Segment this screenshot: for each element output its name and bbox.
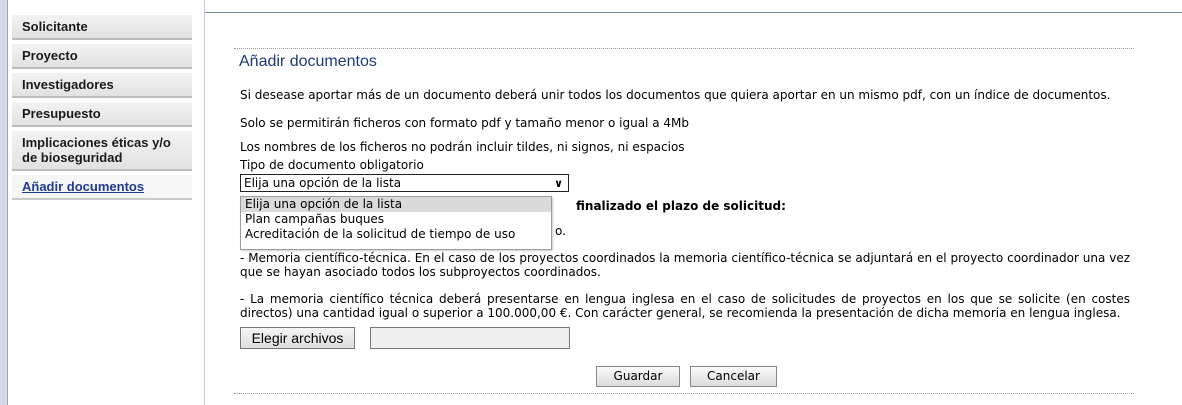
cancel-button[interactable]: Cancelar [690,366,777,387]
sidebar-item-implicaciones[interactable]: Implicaciones éticas y/o de bioseguridad [12,130,192,171]
sidebar-item-solicitante[interactable]: Solicitante [12,14,192,40]
partial-text: o. [555,224,566,238]
dropdown-option[interactable]: Elija una opción de la lista [241,197,551,212]
sidebar-item-anadir-documentos[interactable]: Añadir documentos [12,174,192,200]
sidebar-item-proyecto[interactable]: Proyecto [12,43,192,69]
info-text-format: Solo se permitirán ficheros con formato … [240,116,689,130]
sidebar-nav: Solicitante Proyecto Investigadores Pres… [12,14,192,203]
bottom-divider [234,393,1134,394]
top-divider [234,48,1134,49]
select-value: Elija una opción de la lista [244,176,402,190]
page-title: Añadir documentos [239,53,377,70]
chevron-down-icon: ∨ [554,177,563,190]
sidebar: Solicitante Proyecto Investigadores Pres… [0,0,205,405]
info-text-multiple-docs: Si desease aportar más de un documento d… [240,88,1111,102]
sidebar-divider [204,0,205,405]
file-name-field[interactable] [370,327,570,349]
sidebar-item-investigadores[interactable]: Investigadores [12,72,192,98]
dropdown-option[interactable]: Acreditación de la solicitud de tiempo d… [241,227,551,242]
dropdown-option[interactable]: Plan campañas buques [241,212,551,227]
choose-files-button[interactable]: Elegir archivos [240,327,355,349]
ingles-text: - La memoria científico técnica deberá p… [240,292,1130,320]
section-heading-partial: finalizado el plazo de solicitud: [576,199,786,213]
main-content: Añadir documentos Si desease aportar más… [234,48,1134,394]
sidebar-strip [0,0,8,405]
select-label: Tipo de documento obligatorio [240,158,424,172]
info-text-filenames: Los nombres de los ficheros no podrán in… [240,140,685,154]
sidebar-item-presupuesto[interactable]: Presupuesto [12,101,192,127]
document-type-dropdown: Elija una opción de la lista Plan campañ… [240,196,552,250]
save-button[interactable]: Guardar [596,366,680,387]
document-type-select[interactable]: Elija una opción de la lista ∨ [240,174,569,192]
top-bar [205,0,1182,13]
memoria-text: - Memoria científico-técnica. En el caso… [240,251,1130,279]
